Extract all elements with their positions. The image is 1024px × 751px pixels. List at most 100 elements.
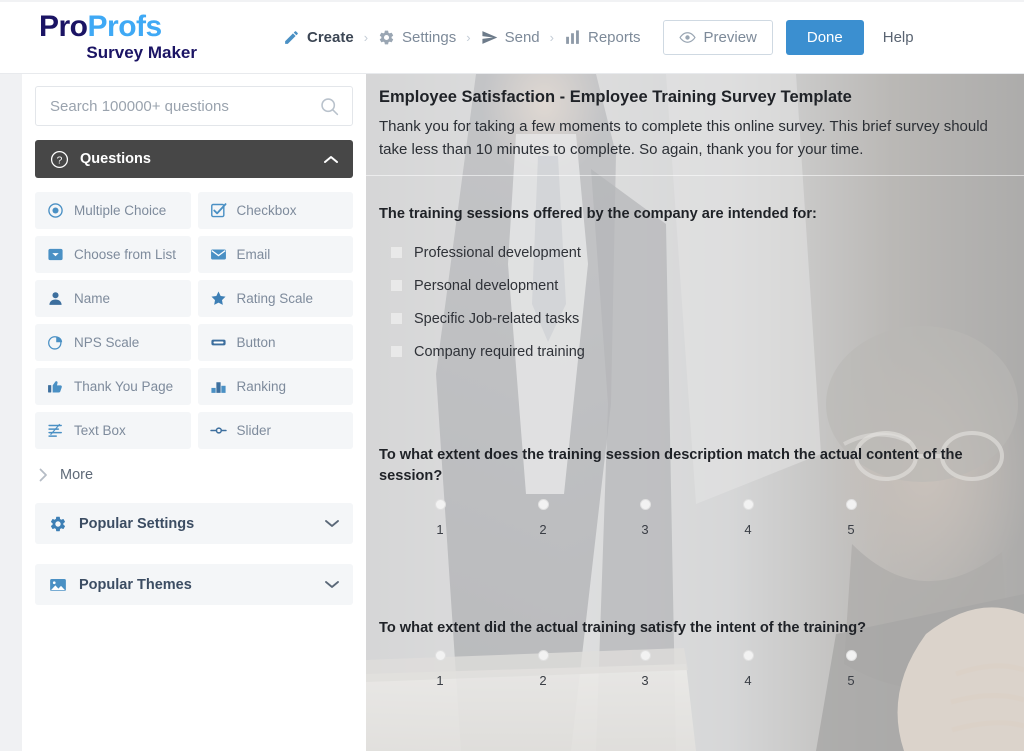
radio-icon[interactable] — [639, 650, 651, 662]
rating-option[interactable]: 2 — [523, 498, 563, 537]
rating-scale: 1 2 3 4 5 — [379, 498, 1011, 547]
nav-item-reports[interactable]: Reports — [564, 29, 641, 46]
radio-icon[interactable] — [434, 498, 446, 510]
gear-icon — [49, 515, 67, 533]
nav-separator: › — [363, 30, 369, 45]
rating-option[interactable]: 2 — [523, 650, 563, 688]
checkbox-icon[interactable] — [390, 312, 403, 326]
question-type-label: Text Box — [74, 423, 126, 438]
radio-icon[interactable] — [845, 650, 857, 662]
brand-subtitle: Survey Maker — [86, 43, 197, 63]
nav-item-send[interactable]: Send — [481, 29, 540, 46]
help-link[interactable]: Help — [883, 29, 914, 46]
question-type-label: Email — [236, 247, 271, 262]
done-button[interactable]: Done — [785, 20, 864, 55]
questions-panel-title: Questions — [80, 151, 151, 167]
question-type-label: Name — [74, 291, 111, 306]
image-icon — [49, 576, 67, 594]
top-bar: ProProfs Survey Maker Create › Settings … — [0, 0, 1024, 74]
slider-icon — [209, 422, 227, 439]
checkbox-option[interactable]: Specific Job-related tasks — [379, 302, 1011, 335]
question-type-nps-scale[interactable]: NPS Scale — [35, 324, 191, 361]
option-label: Personal development — [414, 277, 559, 294]
nav-item-settings[interactable]: Settings — [378, 29, 456, 46]
rating-option[interactable]: 5 — [831, 498, 871, 537]
question-type-multiple-choice[interactable]: Multiple Choice — [35, 192, 191, 229]
envelope-icon — [210, 246, 227, 263]
radio-icon[interactable] — [537, 498, 549, 510]
section-label: Popular Themes — [79, 576, 192, 593]
question-type-ranking[interactable]: Ranking — [197, 368, 353, 405]
paper-plane-icon — [481, 29, 498, 46]
question-type-slider[interactable]: Slider — [197, 412, 353, 449]
checkbox-icon[interactable] — [390, 279, 403, 293]
question-type-label: NPS Scale — [74, 335, 140, 350]
question-type-rating-scale[interactable]: Rating Scale — [197, 280, 353, 317]
rating-option[interactable]: 5 — [831, 650, 871, 688]
rating-label: 5 — [847, 673, 855, 689]
survey-question-2: To what extent does the training session… — [366, 445, 1024, 546]
radio-icon[interactable] — [537, 650, 549, 662]
rating-option[interactable]: 1 — [420, 498, 460, 537]
brand-name-pro: Pro — [39, 10, 88, 44]
question-type-checkbox[interactable]: Checkbox — [197, 192, 353, 229]
rating-option[interactable]: 1 — [420, 650, 460, 688]
search-icon[interactable] — [319, 96, 340, 122]
question-type-name[interactable]: Name — [35, 280, 191, 317]
question-type-thank-you-page[interactable]: Thank You Page — [35, 368, 191, 405]
eye-icon — [678, 31, 696, 44]
more-question-types-button[interactable]: More — [35, 467, 353, 483]
gear-icon — [378, 29, 395, 46]
radio-icon[interactable] — [742, 498, 754, 510]
question-type-label: Multiple Choice — [74, 203, 167, 218]
question-type-label: Slider — [236, 423, 272, 438]
question-type-label: Thank You Page — [74, 379, 174, 394]
questions-panel-header[interactable]: ? Questions — [35, 140, 353, 178]
radio-icon[interactable] — [639, 498, 651, 510]
checkbox-option[interactable]: Company required training — [379, 335, 1011, 368]
checkbox-icon[interactable] — [390, 246, 403, 260]
thumbs-up-icon — [47, 378, 64, 395]
radio-icon[interactable] — [742, 650, 754, 662]
bar-chart-icon — [564, 29, 581, 46]
rating-option[interactable]: 3 — [625, 498, 665, 537]
sidebar: ? Questions Multiple Choice Checkbox — [22, 74, 366, 751]
radio-icon[interactable] — [845, 498, 857, 510]
checkbox-icon[interactable] — [390, 345, 403, 359]
checkbox-option[interactable]: Professional development — [379, 236, 1011, 269]
sidebar-section-popular-themes[interactable]: Popular Themes — [35, 564, 353, 605]
option-label: Company required training — [414, 343, 585, 360]
sidebar-section-popular-settings[interactable]: Popular Settings — [35, 503, 353, 544]
question-type-text-box[interactable]: Text Box — [35, 412, 191, 449]
chevron-down-icon[interactable] — [325, 519, 339, 528]
rating-option[interactable]: 4 — [728, 498, 768, 537]
search-input[interactable] — [36, 87, 352, 125]
question-type-choose-from-list[interactable]: Choose from List — [35, 236, 191, 273]
star-icon — [210, 290, 227, 307]
rating-label: 1 — [436, 521, 444, 537]
brand-logo[interactable]: ProProfs Survey Maker — [39, 12, 279, 63]
rating-option[interactable]: 4 — [728, 650, 768, 688]
radio-icon[interactable] — [434, 650, 446, 662]
question-type-button[interactable]: Button — [197, 324, 353, 361]
question-text: To what extent did the actual training s… — [379, 619, 867, 636]
question-type-email[interactable]: Email — [197, 236, 353, 273]
checkbox-option[interactable]: Personal development — [379, 269, 1011, 302]
chevron-up-icon[interactable] — [324, 155, 338, 164]
nav-label-create: Create — [307, 29, 354, 46]
rating-option[interactable]: 3 — [625, 650, 665, 688]
question-type-grid: Multiple Choice Checkbox Choose from Lis… — [35, 192, 353, 449]
chevron-down-icon[interactable] — [325, 580, 339, 589]
survey-question-1: The training sessions offered by the com… — [366, 204, 1024, 369]
rating-label: 2 — [539, 673, 547, 689]
nav-label-reports: Reports — [587, 29, 641, 46]
nav-separator: › — [549, 30, 554, 45]
search-box[interactable] — [35, 86, 353, 126]
checkbox-icon — [210, 202, 227, 219]
option-label: Specific Job-related tasks — [414, 310, 580, 327]
question-text: The training sessions offered by the com… — [379, 205, 817, 222]
radio-button-icon — [47, 202, 64, 219]
preview-button[interactable]: Preview — [662, 20, 773, 55]
nav-item-create[interactable]: Create — [283, 29, 354, 46]
text-lines-icon — [47, 422, 64, 439]
